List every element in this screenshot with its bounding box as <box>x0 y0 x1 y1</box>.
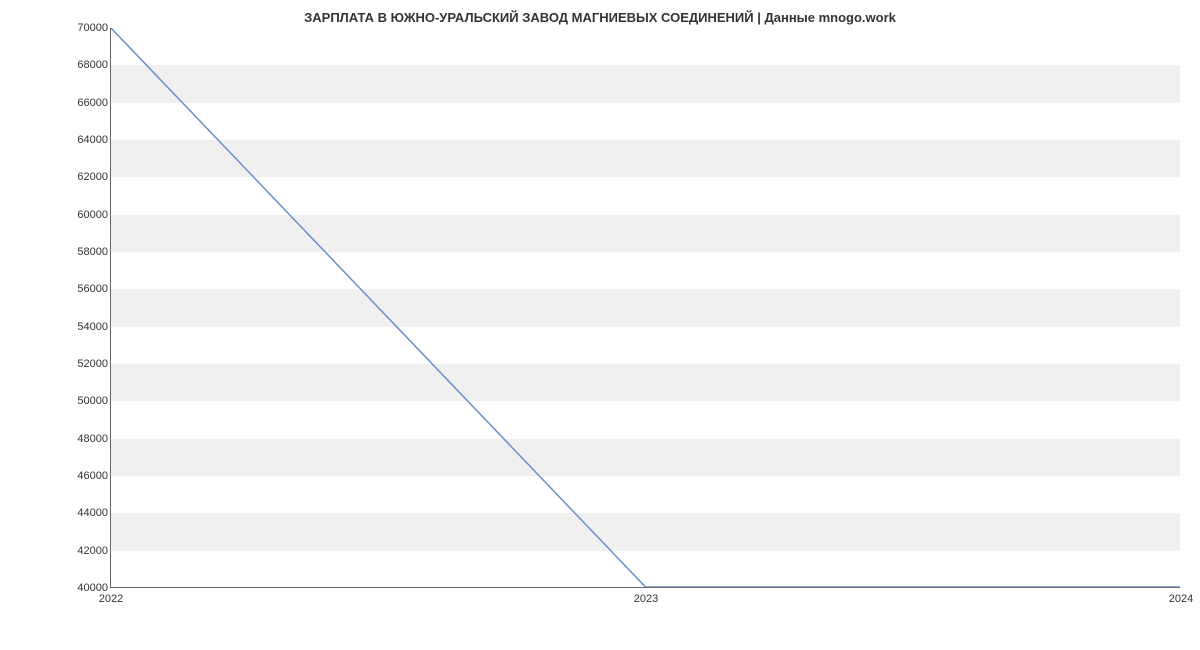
y-tick-label: 42000 <box>70 545 108 557</box>
line-series <box>111 28 1180 587</box>
y-tick-label: 46000 <box>70 470 108 482</box>
y-tick-label: 66000 <box>70 97 108 109</box>
y-tick-label: 64000 <box>70 134 108 146</box>
y-tick-label: 62000 <box>70 171 108 183</box>
plot-container: 4000042000440004600048000500005200054000… <box>70 28 1180 608</box>
y-tick-label: 68000 <box>70 59 108 71</box>
x-tick-label: 2023 <box>634 593 658 605</box>
y-tick-label: 48000 <box>70 433 108 445</box>
y-tick-label: 50000 <box>70 395 108 407</box>
x-tick-label: 2024 <box>1169 593 1193 605</box>
x-tick-label: 2022 <box>99 593 123 605</box>
y-tick-label: 54000 <box>70 321 108 333</box>
y-tick-label: 52000 <box>70 358 108 370</box>
y-tick-label: 60000 <box>70 209 108 221</box>
plot-area: 202220232024 <box>110 28 1180 588</box>
y-tick-label: 44000 <box>70 507 108 519</box>
chart-title: ЗАРПЛАТА В ЮЖНО-УРАЛЬСКИЙ ЗАВОД МАГНИЕВЫ… <box>0 0 1200 25</box>
y-tick-label: 56000 <box>70 283 108 295</box>
y-tick-label: 70000 <box>70 22 108 34</box>
y-tick-label: 58000 <box>70 246 108 258</box>
